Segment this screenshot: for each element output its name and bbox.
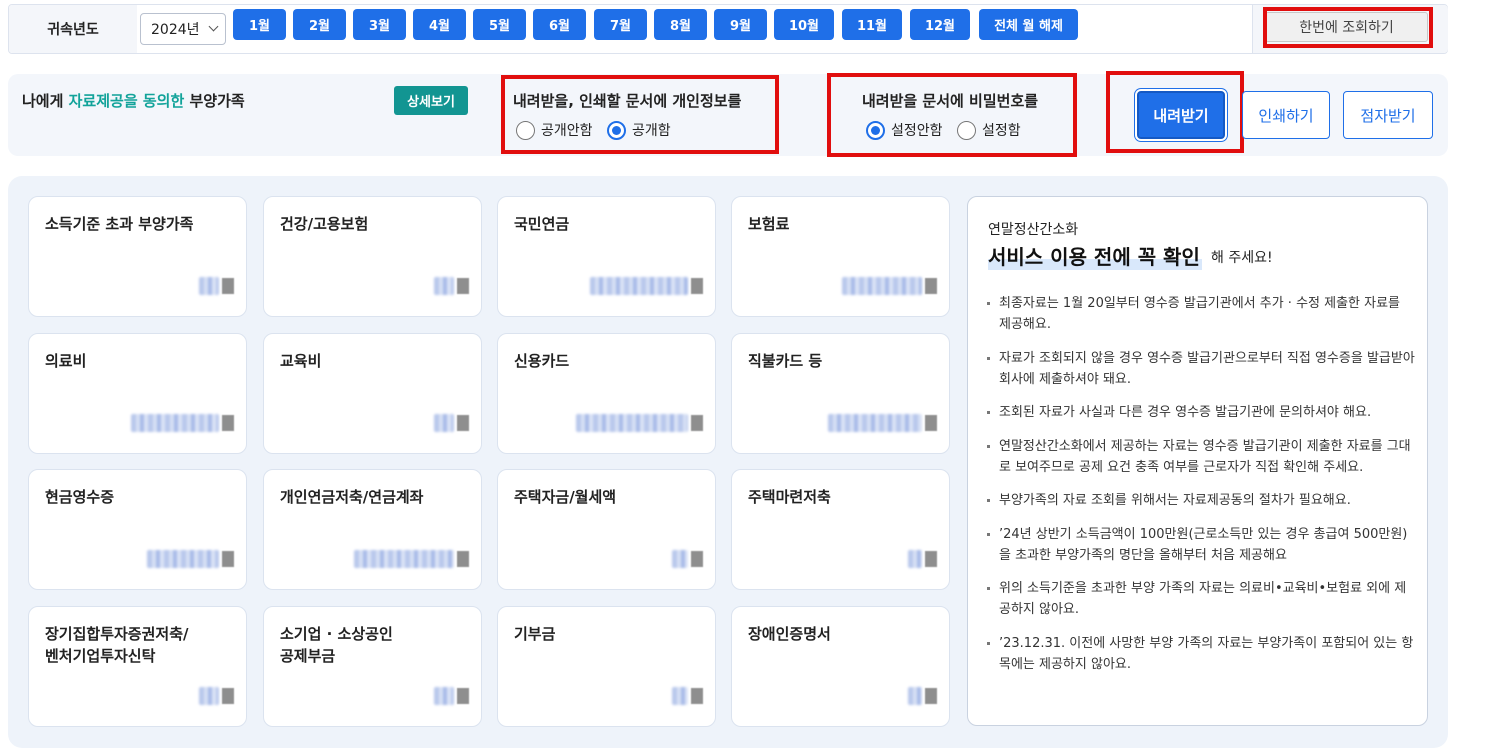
year-select[interactable]: 2024년 bbox=[140, 13, 226, 45]
card-education-expenses[interactable]: 교육비 bbox=[263, 333, 482, 454]
consent-dependents-title: 나에게 자료제공을 동의한 부양가족 bbox=[22, 92, 245, 110]
month-button-12[interactable]: 12월 bbox=[910, 9, 970, 40]
card-title: 의료비 bbox=[45, 352, 87, 370]
card-title: 국민연금 bbox=[514, 215, 570, 233]
notice-item: ’24년 상반기 소득금액이 100만원(근로소득만 있는 경우 총급여 500… bbox=[986, 524, 1416, 566]
month-button-3[interactable]: 3월 bbox=[353, 9, 406, 40]
notice-item: 부양가족의 자료 조회를 위해서는 자료제공동의 절차가 필요해요. bbox=[986, 490, 1416, 511]
card-donations[interactable]: 기부금 bbox=[497, 606, 716, 727]
month-button-7[interactable]: 7월 bbox=[594, 9, 647, 40]
month-button-5[interactable]: 5월 bbox=[473, 9, 526, 40]
card-title: 보험료 bbox=[748, 215, 790, 233]
braille-button[interactable]: 점자받기 bbox=[1343, 91, 1433, 139]
service-notice-panel: 연말정산간소화 서비스 이용 전에 꼭 확인 해 주세요! 최종자료는 1월 2… bbox=[967, 196, 1428, 726]
card-disability-certificate[interactable]: 장애인증명서 bbox=[731, 606, 950, 727]
card-title: 교육비 bbox=[280, 352, 322, 370]
card-title: 건강/고용보험 bbox=[280, 215, 369, 233]
detail-view-button[interactable]: 상세보기 bbox=[394, 86, 468, 115]
card-insurance-premium[interactable]: 보험료 bbox=[731, 196, 950, 317]
month-button-2[interactable]: 2월 bbox=[293, 9, 346, 40]
card-title: 직불카드 등 bbox=[748, 352, 823, 370]
card-value-masked bbox=[434, 686, 469, 706]
highlight-box-personal-info bbox=[501, 75, 779, 154]
notice-item: 최종자료는 1월 20일부터 영수증 발급기관에서 추가 · 수정 제출한 자료… bbox=[986, 293, 1416, 335]
card-title: 주택자금/월세액 bbox=[514, 488, 617, 506]
card-long-term-fund-venture[interactable]: 장기집합투자증권저축/ 벤처기업투자신탁 bbox=[28, 606, 247, 727]
card-title: 주택마련저축 bbox=[748, 488, 831, 506]
card-title: 장기집합투자증권저축/ 벤처기업투자신탁 bbox=[45, 625, 189, 665]
month-button-4[interactable]: 4월 bbox=[413, 9, 466, 40]
card-health-employment-insurance[interactable]: 건강/고용보험 bbox=[263, 196, 482, 317]
card-value-masked bbox=[590, 276, 703, 296]
card-housing-savings[interactable]: 주택마련저축 bbox=[731, 469, 950, 590]
card-value-masked bbox=[908, 549, 937, 569]
month-button-1[interactable]: 1월 bbox=[233, 9, 286, 40]
card-value-masked bbox=[842, 276, 937, 296]
card-title: 장애인증명서 bbox=[748, 625, 831, 643]
month-button-9[interactable]: 9월 bbox=[714, 9, 767, 40]
notice-subtitle: 연말정산간소화 bbox=[988, 222, 1079, 238]
card-value-masked bbox=[576, 413, 703, 433]
month-button-11[interactable]: 11월 bbox=[842, 9, 902, 40]
card-income-exceeded-dependents[interactable]: 소득기준 초과 부양가족 bbox=[28, 196, 247, 317]
card-title: 현금영수증 bbox=[45, 488, 115, 506]
notice-item: 연말정산간소화에서 제공하는 자료는 영수증 발급기관이 제출한 자료를 그대로… bbox=[986, 436, 1416, 478]
notice-title-suffix: 해 주세요! bbox=[1211, 250, 1273, 266]
print-button[interactable]: 인쇄하기 bbox=[1242, 91, 1330, 139]
card-debit-card[interactable]: 직불카드 등 bbox=[731, 333, 950, 454]
notice-item: ’23.12.31. 이전에 사망한 부양 가족의 자료는 부양가족이 포함되어… bbox=[986, 633, 1416, 675]
card-title: 개인연금저축/연금계좌 bbox=[280, 488, 424, 506]
clear-all-months-button[interactable]: 전체 월 해제 bbox=[979, 9, 1078, 40]
card-housing-fund-rent[interactable]: 주택자금/월세액 bbox=[497, 469, 716, 590]
card-title: 신용카드 bbox=[514, 352, 570, 370]
card-value-masked bbox=[828, 413, 937, 433]
notice-item: 위의 소득기준을 초과한 부양 가족의 자료는 의료비•교육비•보험료 외에 제… bbox=[986, 578, 1416, 620]
card-cash-receipt[interactable]: 현금영수증 bbox=[28, 469, 247, 590]
notice-list: 최종자료는 1월 20일부터 영수증 발급기관에서 추가 · 수정 제출한 자료… bbox=[986, 293, 1416, 687]
card-value-masked bbox=[434, 413, 469, 433]
card-medical-expenses[interactable]: 의료비 bbox=[28, 333, 247, 454]
card-value-masked bbox=[434, 276, 469, 296]
month-button-8[interactable]: 8월 bbox=[654, 9, 707, 40]
chevron-down-icon bbox=[208, 21, 219, 32]
year-label: 귀속년도 bbox=[9, 5, 137, 53]
card-value-masked bbox=[672, 549, 703, 569]
card-pension-savings[interactable]: 개인연금저축/연금계좌 bbox=[263, 469, 482, 590]
card-value-masked bbox=[354, 549, 469, 569]
notice-item: 자료가 조회되지 않을 경우 영수증 발급기관으로부터 직접 영수증을 발급받아… bbox=[986, 348, 1416, 390]
highlight-box-query bbox=[1263, 7, 1433, 48]
card-value-masked bbox=[908, 686, 937, 706]
card-value-masked bbox=[131, 413, 234, 433]
card-national-pension[interactable]: 국민연금 bbox=[497, 196, 716, 317]
highlight-box-password bbox=[827, 73, 1077, 157]
card-value-masked bbox=[199, 276, 234, 296]
card-title: 기부금 bbox=[514, 625, 556, 643]
card-small-business-mutual-aid[interactable]: 소기업 · 소상공인 공제부금 bbox=[263, 606, 482, 727]
card-credit-card[interactable]: 신용카드 bbox=[497, 333, 716, 454]
notice-item: 조회된 자료가 사실과 다른 경우 영수증 발급기관에 문의하셔야 해요. bbox=[986, 402, 1416, 423]
card-value-masked bbox=[199, 686, 234, 706]
notice-title: 서비스 이용 전에 꼭 확인 bbox=[988, 241, 1202, 270]
month-button-10[interactable]: 10월 bbox=[774, 9, 834, 40]
year-select-value: 2024년 bbox=[151, 22, 200, 38]
highlight-box-download bbox=[1106, 71, 1244, 153]
card-title: 소득기준 초과 부양가족 bbox=[45, 215, 194, 233]
card-value-masked bbox=[672, 686, 703, 706]
card-value-masked bbox=[147, 549, 234, 569]
consent-highlight: 자료제공을 동의한 bbox=[68, 92, 185, 110]
month-button-6[interactable]: 6월 bbox=[533, 9, 586, 40]
card-title: 소기업 · 소상공인 공제부금 bbox=[280, 625, 393, 665]
